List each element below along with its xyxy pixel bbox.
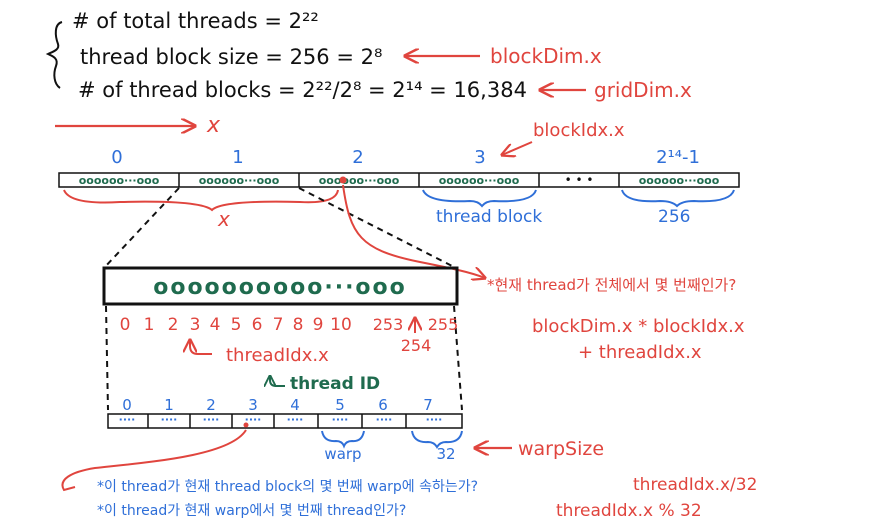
warp-cell: ···· [287, 413, 304, 426]
thread-block-brace [422, 189, 537, 208]
current-warp-thread-marker [243, 422, 249, 428]
warp-indices: 0 1 2 3 4 5 6 7 [122, 396, 433, 414]
x-brace-label: x [217, 207, 230, 231]
thread-index: 10 [330, 315, 352, 335]
grid-ellipsis: • • • [565, 173, 594, 187]
block-cell: oooooo···ooo [319, 174, 400, 187]
label-blockdim: blockDim.x [490, 44, 602, 68]
thread-index-254: 254 [401, 336, 432, 355]
zoom-line-left [103, 187, 180, 269]
size-brace [621, 189, 735, 208]
block-cell: oooooo···ooo [439, 174, 520, 187]
block-indices: 0 1 2 3 2¹⁴-1 [111, 147, 700, 168]
warp-size-label: warpSize [518, 438, 604, 460]
answer-lane-index: threadIdx.x % 32 [556, 501, 702, 521]
arrow-to-block-idx [502, 141, 533, 155]
x-axis-label: x [206, 113, 221, 138]
question-warp-index: *이 thread가 현재 thread block의 몇 번째 warp에 속… [97, 479, 478, 495]
thread-index: 7 [273, 315, 284, 335]
zoomed-threads: oooooooooo···ooo [153, 275, 407, 300]
thread-block-label: thread block [436, 207, 542, 227]
question-lane-index: *이 thread가 현재 warp에서 몇 번째 thread인가? [97, 503, 406, 519]
thread-id-arrow [270, 376, 285, 387]
thread-index: 0 [120, 315, 131, 335]
thread-index-253: 253 [373, 315, 404, 334]
answer-line-1: blockDim.x * blockIdx.x [532, 316, 745, 337]
current-thread-marker [339, 176, 347, 184]
thread-id-label: thread ID [290, 374, 380, 394]
warp-row: ···· ···· ···· ···· ···· ···· ···· ···· [107, 413, 463, 429]
answer-line-2: + threadIdx.x [578, 342, 702, 363]
warp-index: 5 [335, 396, 345, 414]
question-global-index: *현재 thread가 전체에서 몇 번째인가? [487, 276, 736, 294]
curly-brace [45, 21, 63, 89]
block-index: 2 [352, 147, 363, 168]
thread-index: 3 [190, 315, 201, 335]
block-index: 1 [232, 147, 243, 168]
cuda-thread-indexing-diagram: # of total threads = 2²² thread block si… [45, 9, 757, 521]
block-cell: oooooo···ooo [639, 174, 720, 187]
block-index: 2¹⁴-1 [656, 147, 700, 168]
warp-index: 6 [378, 396, 388, 414]
thread-index: 1 [144, 315, 155, 335]
zoom-line-warp-left [105, 305, 109, 411]
block-index: 0 [111, 147, 122, 168]
warp-cell: ···· [119, 413, 136, 426]
label-blockidx: blockIdx.x [533, 120, 625, 141]
x-brace [63, 189, 339, 212]
eq-num-blocks: # of thread blocks = 2²²/2⁸ = 2¹⁴ = 16,3… [78, 78, 527, 102]
warp-index: 2 [206, 396, 216, 414]
warp-cell: ···· [203, 413, 220, 426]
block-index: 3 [474, 147, 485, 168]
thread-index: 8 [293, 315, 304, 335]
warp-index: 1 [164, 396, 174, 414]
eq-total-threads: # of total threads = 2²² [72, 9, 319, 33]
block-cell: oooooo···ooo [199, 174, 280, 187]
warp-cell: ···· [376, 413, 393, 426]
thread-index: 9 [313, 315, 324, 335]
eq-block-size: thread block size = 256 = 2⁸ [80, 45, 382, 69]
warp-index: 0 [122, 396, 132, 414]
thread-index: 2 [168, 315, 179, 335]
thread-index: 4 [210, 315, 221, 335]
warp-cell: ···· [426, 413, 443, 426]
warp-label: warp [324, 445, 361, 463]
warp-index: 7 [423, 396, 433, 414]
grid-row: oooooo···ooo oooooo···ooo oooooo···ooo o… [58, 172, 740, 188]
answer-warp-index: threadIdx.x/32 [633, 475, 757, 495]
label-griddim: gridDim.x [594, 78, 692, 102]
thread-index: 6 [252, 315, 263, 335]
warp-cell: ···· [161, 413, 178, 426]
thread-index: 5 [231, 315, 242, 335]
threadidx-arrow [190, 340, 212, 355]
warp-cell: ···· [332, 413, 349, 426]
block-cell: oooooo···ooo [79, 174, 160, 187]
warp-brace [321, 430, 365, 449]
warp-index: 4 [290, 396, 300, 414]
size-label: 256 [658, 207, 690, 227]
zoom-line-right [298, 187, 457, 269]
threadidx-label: threadIdx.x [226, 345, 329, 366]
thread-to-question-arrow [342, 184, 485, 278]
warp-count-label: 32 [436, 445, 455, 463]
thread-index-255: 255 [428, 315, 459, 334]
warp-index: 3 [248, 396, 258, 414]
